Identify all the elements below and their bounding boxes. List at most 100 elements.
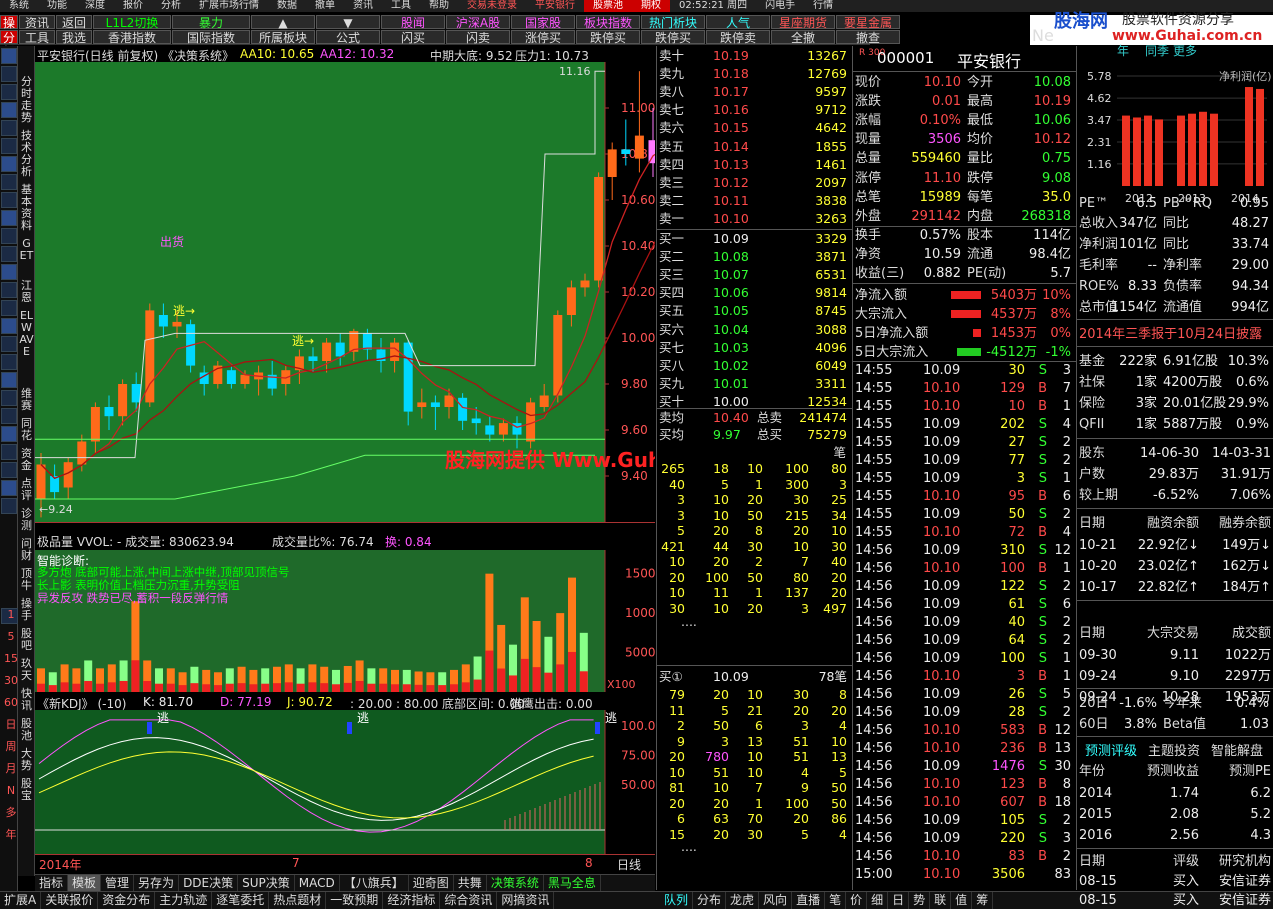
period-shortcut[interactable]: 多 [3, 807, 19, 819]
kdj-chart[interactable]: 100.0 75.00 50.00 逃 逃 逃 [35, 710, 655, 854]
panel-tab[interactable]: 势 [909, 892, 931, 909]
bottom-bar-item[interactable]: 经济指标 [383, 892, 441, 909]
toolbar-button[interactable]: 分析 [0, 30, 18, 59]
nav-icon[interactable] [1, 372, 17, 388]
toolbar-button[interactable]: 闪买 [381, 30, 445, 45]
report-notice[interactable]: 2014年三季报于10月24日披露 [1079, 323, 1262, 342]
side-nav-item[interactable]: 玖天 [19, 658, 34, 682]
toolbar-button[interactable]: 星座期货 [771, 15, 835, 30]
side-nav-item[interactable]: 分时走势 [19, 76, 34, 124]
nav-icon[interactable] [1, 300, 17, 316]
indicator-tab[interactable]: 另存为 [134, 875, 180, 891]
panel-tab[interactable]: 直播 [792, 892, 826, 909]
side-nav-item[interactable]: 基本资料 [19, 184, 34, 232]
menu-item[interactable]: 期权 [632, 0, 670, 12]
toolbar-button[interactable]: 工具 [19, 30, 55, 45]
indicator-tab[interactable]: 模板 [68, 875, 102, 891]
nav-icon[interactable] [1, 48, 17, 64]
menu-item[interactable]: 报价 [114, 0, 152, 12]
period-shortcut[interactable]: 日 [3, 719, 19, 731]
candlestick-chart[interactable]: 11.0010.8010.6010.4010.2010.009.809.609.… [35, 62, 655, 522]
panel-tab[interactable]: 值 [951, 892, 973, 909]
bottom-bar-item[interactable]: 一致预期 [326, 892, 384, 909]
period-shortcut[interactable]: 周 [3, 741, 19, 753]
panel-tab[interactable]: 联 [930, 892, 952, 909]
nav-icon[interactable] [1, 66, 17, 82]
period-label[interactable]: 日线 [617, 856, 641, 873]
forecast-tab[interactable]: 主题投资 [1148, 740, 1200, 759]
nav-icon[interactable] [1, 390, 17, 406]
menu-item[interactable]: 帮助 [420, 0, 458, 12]
panel-tab[interactable]: 队列 [660, 892, 694, 909]
nav-icon[interactable] [1, 480, 17, 496]
indicator-tab[interactable]: 【八旗兵】 [340, 875, 409, 891]
side-nav-item[interactable]: 大势 [19, 748, 34, 772]
toolbar-button[interactable]: 沪深A股 [446, 15, 510, 30]
toolbar-button[interactable]: 所属板块 [251, 30, 315, 45]
forecast-tab[interactable]: 预测评级 [1085, 740, 1137, 759]
menu-item[interactable]: 平安银行 [526, 0, 584, 12]
toolbar-button[interactable]: 跌停买 [641, 30, 705, 45]
side-nav-item[interactable]: 顶牛 [19, 568, 34, 592]
bottom-bar-item[interactable]: 关联报价 [41, 892, 99, 909]
period-shortcut[interactable]: 月 [3, 763, 19, 775]
nav-icon[interactable] [1, 408, 17, 424]
nav-icon[interactable] [1, 120, 17, 136]
nav-icon[interactable] [1, 318, 17, 334]
toolbar-button[interactable]: 涨停买 [511, 30, 575, 45]
period-shortcut[interactable]: 30 [3, 675, 19, 687]
panel-tab[interactable]: 龙虎 [726, 892, 760, 909]
toolbar-button[interactable]: ▼ [316, 15, 380, 30]
panel-tab[interactable]: 日 [888, 892, 910, 909]
menu-item[interactable]: 深度 [76, 0, 114, 12]
bottom-bar-item[interactable]: 热点题材 [269, 892, 327, 909]
menu-item[interactable]: 系统 [0, 0, 38, 12]
menu-item[interactable]: 扩展市场行情 [190, 0, 268, 12]
toolbar-button[interactable]: 国际指数 [172, 30, 250, 45]
toolbar-button[interactable]: 人气 [706, 15, 770, 30]
bottom-bar-item[interactable]: 扩展A [0, 892, 42, 909]
period-shortcut[interactable]: 60 [3, 697, 19, 709]
bottom-bar-item[interactable]: 主力轨迹 [155, 892, 213, 909]
toolbar-button[interactable]: 跌停买 [576, 30, 640, 45]
toolbar-button[interactable]: 操盘 [0, 15, 18, 44]
toolbar-button[interactable]: L1L2切换 [93, 15, 171, 30]
menu-item[interactable]: 分析 [152, 0, 190, 12]
indicator-tab[interactable]: 黑马全息 [544, 875, 601, 891]
side-nav-item[interactable]: 股宝 [19, 778, 34, 802]
side-nav-item[interactable]: GET [19, 238, 34, 262]
bottom-bar-item[interactable]: 逐笔委托 [212, 892, 270, 909]
side-nav-item[interactable]: 同花 [19, 418, 34, 442]
toolbar-button[interactable]: 板块指数 [576, 15, 640, 30]
nav-icon[interactable] [1, 192, 17, 208]
toolbar-button[interactable]: 热门析块 [641, 15, 705, 30]
bottom-bar-item[interactable]: 资金分布 [98, 892, 156, 909]
panel-tab[interactable]: 风向 [759, 892, 793, 909]
side-nav-item[interactable]: 江恩 [19, 280, 34, 304]
toolbar-button[interactable]: 返回 [56, 15, 92, 30]
nav-icon[interactable] [1, 246, 17, 262]
nav-icon[interactable] [1, 138, 17, 154]
nav-icon[interactable] [1, 354, 17, 370]
menu-item[interactable]: 股票池 [584, 0, 632, 12]
nav-icon[interactable] [1, 174, 17, 190]
panel-tab[interactable]: 笔 [825, 892, 847, 909]
menu-item[interactable]: 数据 [268, 0, 306, 12]
side-nav-item[interactable]: ELWAVE [19, 310, 34, 358]
period-shortcut[interactable]: 15 [3, 653, 19, 665]
side-nav-item[interactable]: 快讯 [19, 688, 34, 712]
side-nav-item[interactable]: 股池 [19, 718, 34, 742]
menu-item[interactable]: 行情 [804, 0, 842, 12]
toolbar-button[interactable]: 撤查 [836, 30, 900, 45]
nav-icon[interactable] [1, 102, 17, 118]
toolbar-button[interactable]: ▲ [251, 15, 315, 30]
forecast-tab[interactable]: 智能解盘 [1211, 740, 1263, 759]
menu-item[interactable]: 功能 [38, 0, 76, 12]
toolbar-button[interactable]: 暴力 [172, 15, 250, 30]
toolbar-button[interactable]: 股闻 [381, 15, 445, 30]
nav-icon[interactable] [1, 156, 17, 172]
toolbar-button[interactable]: 全撤 [771, 30, 835, 45]
menu-item[interactable]: 交易未登录 [458, 0, 526, 12]
menu-item[interactable]: 资讯 [344, 0, 382, 12]
bottom-bar-item[interactable]: 综合资讯 [440, 892, 498, 909]
